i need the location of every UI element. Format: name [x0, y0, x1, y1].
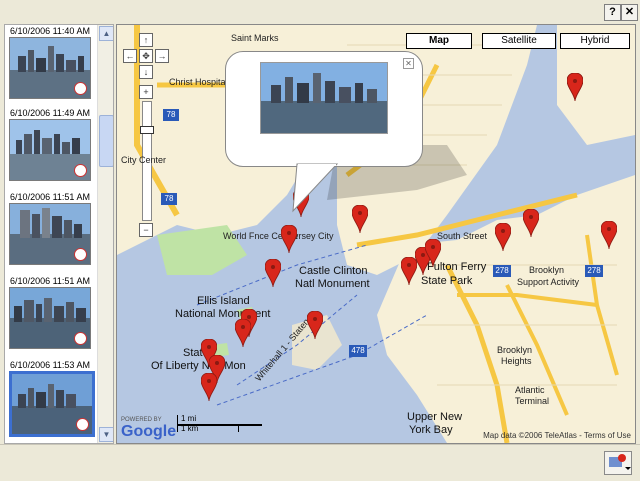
thumbnail-item[interactable]: 6/10/2006 11:51 AM: [9, 191, 91, 265]
scale-km-label: 1 km: [181, 424, 199, 433]
map-copyright: Map data ©2006 TeleAtlas - Terms of Use: [483, 431, 631, 440]
thumbnail-photo[interactable]: [9, 37, 91, 99]
map-scale: 1 mi 1 km: [177, 414, 262, 433]
scale-mi-label: 1 mi: [181, 414, 197, 423]
thumbnail-item[interactable]: 6/10/2006 11:40 AM: [9, 25, 91, 99]
thumbnail-item[interactable]: 6/10/2006 11:51 AM: [9, 275, 91, 349]
close-icon[interactable]: ✕: [403, 58, 414, 69]
thumbnail-timestamp: 6/10/2006 11:49 AM: [10, 108, 90, 118]
clock-icon: [74, 82, 87, 95]
photo-info-balloon: ✕: [225, 51, 423, 167]
thumbnail-photo[interactable]: [9, 119, 91, 181]
map-view[interactable]: Map Satellite Hybrid ↑ ← ✥ → ↓ + − Saint…: [116, 24, 636, 444]
photo-sidebar: 6/10/2006 11:40 AM 6/10/2006 11:49 AM 6/…: [4, 24, 114, 444]
thumbnail-timestamp: 6/10/2006 11:51 AM: [10, 192, 90, 202]
thumbnail-timestamp: 6/10/2006 11:40 AM: [10, 26, 90, 36]
sidebar-scrollbar[interactable]: ▲ ▼: [97, 25, 113, 443]
photo-send-icon: [609, 454, 631, 470]
clock-icon: [74, 332, 87, 345]
balloon-photo[interactable]: [260, 62, 388, 134]
thumbnail-photo[interactable]: [9, 287, 91, 349]
thumbnail-timestamp: 6/10/2006 11:51 AM: [10, 276, 90, 286]
scroll-thumb[interactable]: [99, 115, 113, 167]
help-button[interactable]: ?: [604, 4, 621, 21]
thumbnail-timestamp: 6/10/2006 11:53 AM: [10, 360, 90, 370]
bottom-toolbar: [0, 444, 640, 481]
send-to-map-button[interactable]: [604, 451, 632, 475]
close-button[interactable]: ✕: [621, 4, 638, 21]
clock-icon: [74, 164, 87, 177]
clock-icon: [74, 248, 87, 261]
google-logo: Google: [121, 423, 177, 440]
title-bar: ? ✕: [0, 0, 640, 24]
thumbnail-item[interactable]: 6/10/2006 11:49 AM: [9, 107, 91, 181]
thumbnail-item-selected[interactable]: 6/10/2006 11:53 AM: [9, 359, 95, 437]
clock-icon: [76, 418, 89, 431]
scroll-up-icon[interactable]: ▲: [99, 26, 113, 41]
scroll-down-icon[interactable]: ▼: [99, 427, 113, 442]
thumbnail-list: 6/10/2006 11:40 AM 6/10/2006 11:49 AM 6/…: [5, 25, 97, 443]
thumbnail-photo[interactable]: [9, 371, 95, 437]
thumbnail-photo[interactable]: [9, 203, 91, 265]
